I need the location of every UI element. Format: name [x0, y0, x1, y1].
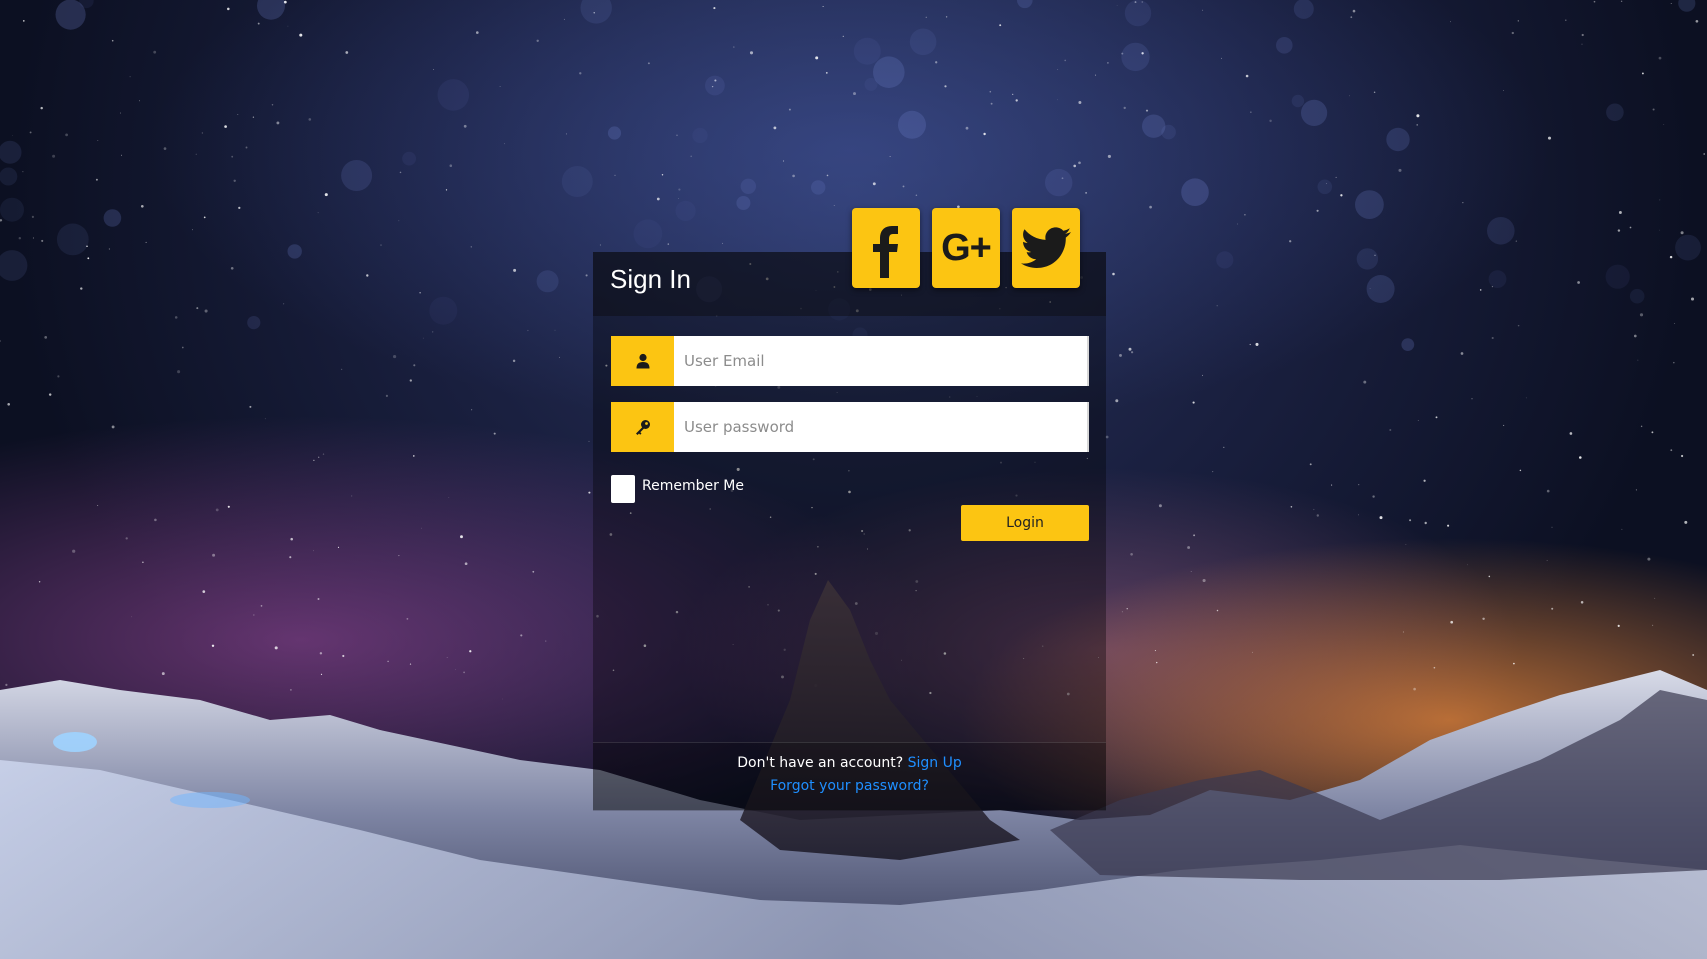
panel-footer [593, 742, 1106, 811]
email-addon [611, 336, 674, 386]
user-icon [636, 353, 649, 369]
twitter-login-button[interactable] [1012, 208, 1080, 288]
facebook-login-button[interactable] [852, 208, 920, 288]
google-plus-icon: G+ [941, 226, 992, 269]
twitter-icon [1021, 227, 1071, 268]
password-field [611, 402, 1089, 452]
remember-me-label[interactable]: Remember Me [642, 478, 744, 494]
google-plus-login-button[interactable]: G+ [932, 208, 1000, 288]
forgot-password-link[interactable]: Forgot your password? [770, 778, 929, 794]
signup-prompt: Don't have an account? Sign Up [593, 755, 1106, 771]
forgot-password-row: Forgot your password? [593, 778, 1106, 794]
no-account-text: Don't have an account? [737, 755, 904, 771]
page-title: Sign In [610, 264, 691, 294]
email-input[interactable] [674, 336, 1089, 386]
remember-me: Remember Me [611, 475, 744, 503]
login-page: Sign In G+ User Email Remember Me Login … [0, 0, 1707, 959]
password-input[interactable] [674, 402, 1089, 452]
key-icon [635, 420, 650, 435]
password-addon [611, 402, 674, 452]
signup-link[interactable]: Sign Up [908, 755, 962, 771]
remember-me-checkbox[interactable] [611, 475, 635, 503]
facebook-icon [873, 226, 898, 278]
email-field [611, 336, 1089, 386]
login-button[interactable]: Login [961, 505, 1089, 541]
